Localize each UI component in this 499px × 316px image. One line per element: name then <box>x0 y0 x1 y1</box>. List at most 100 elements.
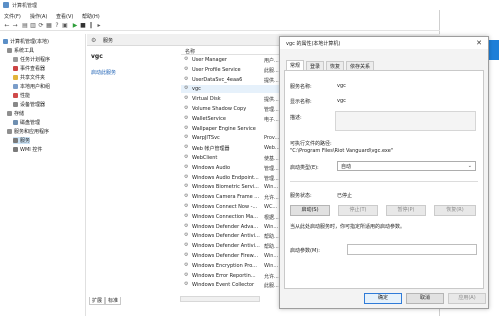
title-bar: 计算机管理 <box>0 0 440 10</box>
service-description-cell: 帮助... <box>264 244 279 251</box>
startup-type-select[interactable]: 自动 ⌄ <box>337 161 476 171</box>
background-window-accent <box>489 40 499 60</box>
cancel-button[interactable]: 取消 <box>406 293 444 304</box>
gear-icon: ⚙ <box>184 105 189 111</box>
play-icon[interactable]: ▶ <box>72 23 78 29</box>
show-hide-tree-icon[interactable]: ▥ <box>30 23 36 29</box>
menu-file[interactable]: 文件(F) <box>4 13 21 20</box>
start-button[interactable]: 启动(S) <box>290 205 330 216</box>
tree-item-performance[interactable]: 性能 <box>13 92 30 99</box>
gear-icon: ⚙ <box>184 212 189 219</box>
refresh-icon[interactable]: ⟳ <box>38 23 44 29</box>
gear-icon: ⚙ <box>184 261 189 268</box>
restart-icon[interactable]: ▸ <box>96 23 102 29</box>
tree-item-event-viewer[interactable]: 事件查看器 <box>13 65 45 72</box>
stop-icon[interactable]: ■ <box>80 23 86 29</box>
export-list-icon[interactable]: ▦ <box>46 23 52 29</box>
services-apps-icon <box>7 129 12 134</box>
tab-logon[interactable]: 登录 <box>306 61 325 70</box>
gear-icon: ⚙ <box>184 163 189 170</box>
help-icon[interactable]: ? <box>54 23 60 29</box>
service-name-cell: Windows Encryption Pro... <box>192 262 257 269</box>
tree-item-task-scheduler[interactable]: 任务计划程序 <box>13 56 50 63</box>
service-description-cell: 此服... <box>264 283 279 290</box>
close-icon[interactable]: ✕ <box>476 39 482 47</box>
service-name-cell: Windows Biometric Servi... <box>192 184 259 191</box>
service-name-cell: Windows Defender Antivi... <box>192 233 260 240</box>
menu-bar: 文件(F) 操作(A) 查看(V) 帮助(H) <box>0 11 440 20</box>
service-name-cell: Web 帐户管理器 <box>192 146 230 153</box>
display-name-value: vgc <box>337 98 346 104</box>
tree-item-shared-folders[interactable]: 共享文件夹 <box>13 74 45 81</box>
pause-icon[interactable]: ‖ <box>88 23 94 29</box>
pause-button[interactable]: 暂停(P) <box>386 205 426 216</box>
resume-button[interactable]: 恢复(R) <box>434 205 476 216</box>
properties-icon[interactable]: ▣ <box>62 23 68 29</box>
service-name-cell: WarpJITSvc <box>192 135 220 142</box>
back-icon[interactable]: ← <box>4 23 10 29</box>
forward-icon[interactable]: → <box>12 23 18 29</box>
tab-dependencies[interactable]: 依存关系 <box>346 61 375 70</box>
computer-management-icon <box>3 2 9 8</box>
clock-icon <box>13 57 18 62</box>
tab-general[interactable]: 常规 <box>286 60 305 70</box>
service-name-cell: UserDataSvc_4eaa6 <box>192 76 243 83</box>
service-description-cell: 提供... <box>264 97 279 104</box>
computer-icon <box>3 39 8 44</box>
folder-icon <box>13 75 18 80</box>
gear-icon: ⚙ <box>184 242 189 249</box>
service-name-cell: Windows Defender Firew... <box>192 253 259 259</box>
gear-icon: ⚙ <box>184 134 189 141</box>
start-service-link[interactable]: 启动此服务 <box>91 69 116 76</box>
tab-extended[interactable]: 扩展 <box>89 297 106 305</box>
service-name-cell: Volume Shadow Copy <box>192 106 247 112</box>
tab-standard[interactable]: 标准 <box>105 297 122 305</box>
gear-icon: ⚙ <box>184 95 189 102</box>
service-status-value: 已停止 <box>337 193 353 199</box>
tree-item-device-manager[interactable]: 设备管理器 <box>13 101 45 108</box>
dialog-title-bar: vgc 的属性(本地计算机) ✕ <box>280 37 488 49</box>
tree-item-wmi-control[interactable]: WMI 控件 <box>13 146 42 153</box>
service-description-cell: 电子... <box>264 116 279 123</box>
device-manager-icon <box>13 102 18 107</box>
tab-recovery[interactable]: 恢复 <box>326 61 345 70</box>
users-icon <box>13 84 18 89</box>
stop-button[interactable]: 停止(T) <box>338 205 378 216</box>
column-header-name[interactable]: 名称 <box>185 48 195 55</box>
service-description-cell: WC... <box>264 204 278 210</box>
tree-item-computer-management[interactable]: 计算机管理(本地) <box>3 38 49 45</box>
tree-item-local-users[interactable]: 本地用户和组 <box>13 83 50 90</box>
tree-item-storage[interactable]: 存储 <box>7 110 24 117</box>
service-properties-dialog: vgc 的属性(本地计算机) ✕ 常规 登录 恢复 依存关系 服务名称: vgc… <box>279 36 489 309</box>
tree-item-disk-management[interactable]: 磁盘管理 <box>13 119 40 126</box>
toolbar: ← → ▤ ▥ ⟳ ▦ ? ▣ ▶ ■ ‖ ▸ <box>0 21 440 31</box>
menu-view[interactable]: 查看(V) <box>56 13 73 20</box>
wmi-icon <box>13 147 18 152</box>
horizontal-scrollbar[interactable] <box>180 296 260 302</box>
gear-icon: ⚙ <box>184 203 189 209</box>
service-description-cell: Win... <box>264 262 279 269</box>
services-header-title: 服务 <box>103 38 114 44</box>
tree-item-system-tools[interactable]: 系统工具 <box>7 47 34 54</box>
gear-icon: ⚙ <box>184 65 189 72</box>
service-name-cell: Windows Event Collector <box>192 282 255 289</box>
start-params-input[interactable] <box>347 244 477 255</box>
window-title: 计算机管理 <box>12 3 38 9</box>
service-name-cell: Windows Defender Adva... <box>192 223 259 230</box>
tree-item-services-apps[interactable]: 服务和应用程序 <box>7 128 49 135</box>
service-description-cell: 使基... <box>264 156 279 162</box>
service-description-cell: Web... <box>264 145 280 152</box>
menu-help[interactable]: 帮助(H) <box>82 13 100 20</box>
tree-item-services[interactable]: 服务 <box>13 137 31 144</box>
ok-button[interactable]: 确定 <box>364 293 402 304</box>
service-name-cell: Windows Defender Antivi... <box>192 243 260 250</box>
service-description-cell: 根据... <box>264 214 279 221</box>
menu-action[interactable]: 操作(A) <box>30 13 47 20</box>
gear-icon <box>13 138 18 143</box>
gear-icon: ⚙ <box>184 154 189 160</box>
gear-icon: ⚙ <box>184 271 189 278</box>
up-folder-icon[interactable]: ▤ <box>22 23 28 29</box>
gear-icon: ⚙ <box>184 183 189 190</box>
service-description-cell: Win... <box>264 184 279 191</box>
apply-button[interactable]: 应用(A) <box>448 293 486 304</box>
